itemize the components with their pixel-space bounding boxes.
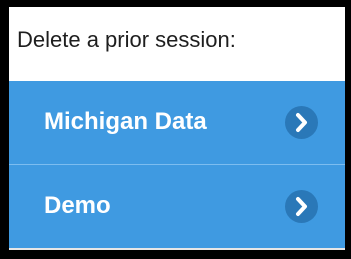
session-item-demo[interactable]: Demo xyxy=(9,164,345,248)
list-bottom-edge xyxy=(9,248,345,250)
session-list: Michigan Data Demo xyxy=(9,81,345,248)
window-frame: Delete a prior session: Michigan Data De… xyxy=(0,0,351,259)
chevron-right-icon xyxy=(285,106,318,139)
session-item-label: Demo xyxy=(44,192,111,219)
session-item-label: Michigan Data xyxy=(44,108,207,135)
panel-header: Delete a prior session: xyxy=(9,7,345,73)
chevron-right-icon xyxy=(285,190,318,223)
session-item-michigan-data[interactable]: Michigan Data xyxy=(9,81,345,164)
panel-title: Delete a prior session: xyxy=(17,27,236,52)
delete-session-panel: Delete a prior session: Michigan Data De… xyxy=(9,7,345,250)
